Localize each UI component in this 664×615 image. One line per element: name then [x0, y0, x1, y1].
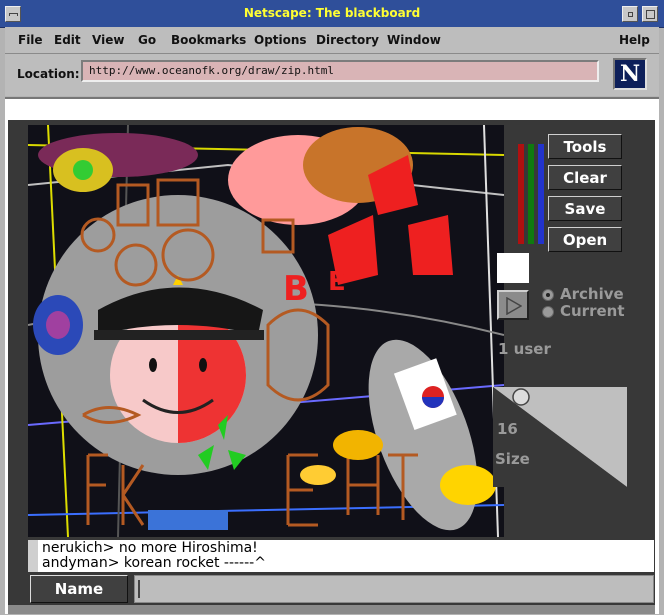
maximize-icon [646, 10, 655, 19]
menu-go[interactable]: Go [138, 33, 156, 47]
svg-text:B: B [283, 269, 309, 309]
drawing-canvas[interactable]: B E [28, 125, 504, 537]
blue-slider[interactable] [538, 144, 544, 244]
menu-file[interactable]: File [18, 33, 43, 47]
archive-radio[interactable] [542, 289, 554, 301]
netscape-logo-icon[interactable]: N [613, 58, 647, 90]
chat-line: nerukich> no more Hiroshima! [42, 540, 258, 556]
size-value: 16 [497, 420, 518, 438]
svg-text:E: E [328, 267, 346, 297]
size-label: Size [495, 450, 530, 468]
size-slider-handle[interactable] [512, 388, 530, 406]
red-slider[interactable] [518, 144, 524, 244]
clear-button[interactable]: Clear [548, 165, 622, 190]
location-label: Location: [17, 67, 80, 81]
blackboard-applet: B E Tools Clear Save Open Archive Curren… [8, 120, 655, 605]
window-title: Netscape: The blackboard [243, 6, 421, 20]
menu-directory[interactable]: Directory [316, 33, 379, 47]
minimize-button[interactable] [622, 6, 638, 22]
chat-log: nerukich> no more Hiroshima! andyman> ko… [28, 540, 654, 572]
page-content: B E Tools Clear Save Open Archive Curren… [5, 97, 659, 614]
play-button[interactable] [497, 290, 529, 320]
play-icon [506, 297, 522, 315]
menu-bookmarks[interactable]: Bookmarks [171, 33, 246, 47]
maximize-button[interactable] [642, 6, 658, 22]
status-strip [8, 605, 655, 614]
title-bar: Netscape: The blackboard [0, 0, 664, 28]
menu-window[interactable]: Window [387, 33, 441, 47]
tools-button[interactable]: Tools [548, 134, 622, 159]
text-caret [138, 580, 140, 598]
chat-line: andyman> korean rocket ------^ [42, 555, 266, 571]
menu-help[interactable]: Help [619, 33, 650, 47]
current-color-swatch[interactable] [497, 253, 529, 283]
user-count: 1 user [498, 340, 551, 358]
menu-view[interactable]: View [92, 33, 124, 47]
location-input[interactable]: http://www.oceanofk.org/draw/zip.html [81, 60, 599, 82]
location-bar: Location: http://www.oceanofk.org/draw/z… [5, 54, 659, 96]
current-radio[interactable] [542, 306, 554, 318]
chat-scrollbar[interactable] [28, 540, 38, 572]
menu-bar: File Edit View Go Bookmarks Options Dire… [5, 27, 659, 54]
green-slider[interactable] [528, 144, 534, 244]
open-button[interactable]: Open [548, 227, 622, 252]
chat-input[interactable] [134, 575, 654, 603]
name-button[interactable]: Name [30, 575, 128, 603]
menu-edit[interactable]: Edit [54, 33, 81, 47]
minimize-icon [628, 12, 633, 17]
save-button[interactable]: Save [548, 196, 622, 221]
current-label: Current [560, 302, 625, 320]
menu-options[interactable]: Options [254, 33, 307, 47]
archive-label: Archive [560, 285, 624, 303]
